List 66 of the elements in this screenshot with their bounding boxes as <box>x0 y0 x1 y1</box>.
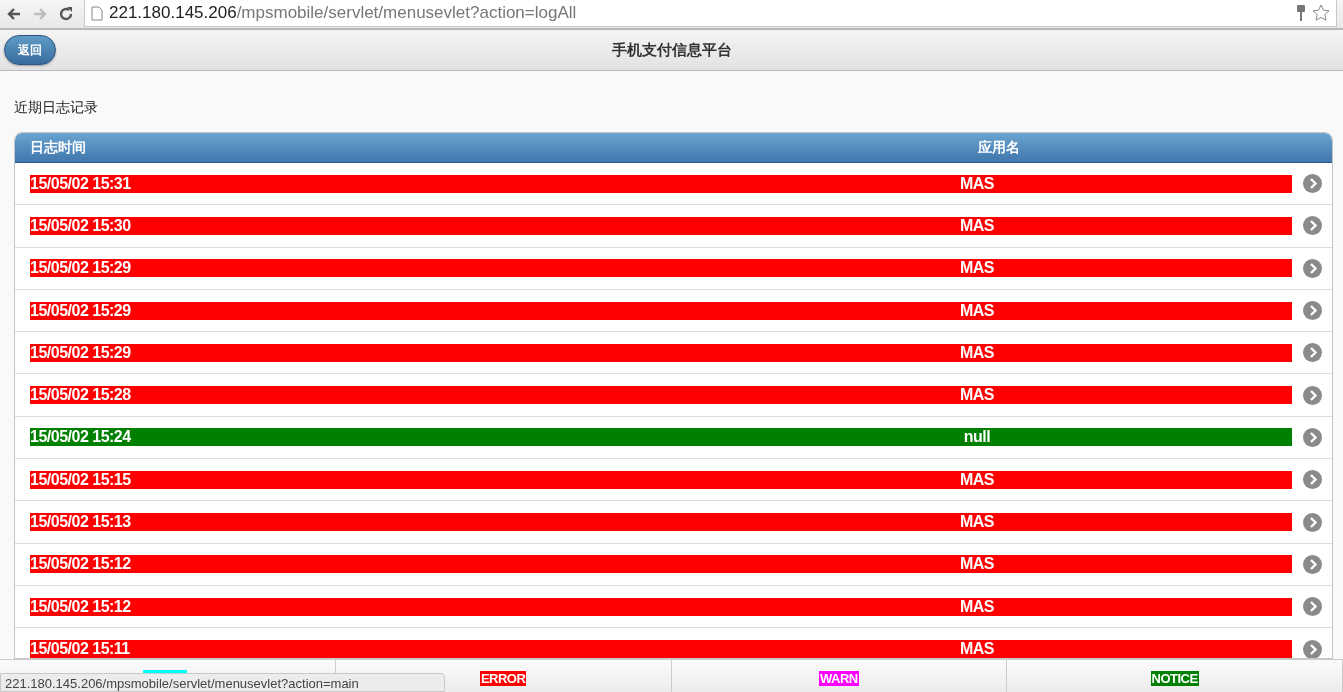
chevron-right-icon[interactable] <box>1303 554 1322 574</box>
column-header: 日志时间 <box>30 138 87 157</box>
chevron-right-icon[interactable] <box>1303 258 1322 278</box>
log-row[interactable]: 15/05/02 15:11 MAS <box>15 628 1332 658</box>
chevron-right-icon[interactable] <box>1303 512 1322 532</box>
app-name: MAS <box>958 301 996 320</box>
log-row[interactable]: 15/05/02 15:13 MAS <box>15 501 1332 544</box>
section-title: 近期日志记录 <box>14 99 99 117</box>
chevron-right-icon[interactable] <box>1303 597 1322 617</box>
log-level-tab[interactable]: ERROR <box>479 670 527 686</box>
chevron-right-icon[interactable] <box>1303 174 1322 194</box>
page-icon <box>91 5 103 21</box>
app-name: null <box>962 428 992 447</box>
app-name: MAS <box>958 386 996 405</box>
log-level-tab[interactable]: WARN <box>819 670 859 686</box>
log-row[interactable]: 15/05/02 15:24 null <box>15 416 1332 460</box>
log-time: 15/05/02 15:29 <box>30 301 132 320</box>
reload-icon[interactable] <box>58 6 74 22</box>
back-arrow-icon[interactable] <box>6 6 22 22</box>
app-name: MAS <box>958 597 996 616</box>
log-row[interactable]: 15/05/02 15:15 MAS <box>15 459 1332 502</box>
chevron-right-icon[interactable] <box>1303 427 1322 447</box>
forward-arrow-icon[interactable] <box>32 6 48 22</box>
chevron-right-icon[interactable] <box>1303 343 1322 363</box>
log-row[interactable]: 15/05/02 15:12 MAS <box>15 543 1332 586</box>
app-name: MAS <box>958 513 996 531</box>
log-time: 15/05/02 15:28 <box>30 386 132 405</box>
status-url-tooltip: 221.180.145.206/mpsmobile/servlet/menusevlet?action=main <box>0 673 445 692</box>
log-time: 15/05/02 15:29 <box>30 343 132 362</box>
url-host: 221.180.145.206 <box>109 3 237 22</box>
column-header: 应用名 <box>977 138 1021 157</box>
app-name: MAS <box>958 216 996 235</box>
log-row[interactable]: 15/05/02 15:28 MAS <box>15 374 1332 417</box>
log-row[interactable]: 15/05/02 15:30 MAS <box>15 205 1332 248</box>
chevron-right-icon[interactable] <box>1303 470 1322 490</box>
chevron-right-icon[interactable] <box>1303 640 1322 658</box>
log-time: 15/05/02 15:29 <box>30 259 132 278</box>
app-name: MAS <box>958 555 996 574</box>
url-path: /mpsmobile/servlet/menusevlet?action=logAll <box>236 3 577 22</box>
app-name: MAS <box>958 343 996 362</box>
chevron-right-icon[interactable] <box>1303 301 1322 321</box>
log-time: 15/05/02 15:31 <box>30 174 132 193</box>
log-row[interactable]: 15/05/02 15:12 MAS <box>15 585 1332 629</box>
log-time: 15/05/02 15:11 <box>30 640 131 658</box>
chevron-right-icon[interactable] <box>1303 385 1322 405</box>
back-button[interactable]: 返回 <box>4 35 56 65</box>
log-time: 15/05/02 15:13 <box>30 513 132 531</box>
log-time: 15/05/02 15:30 <box>30 216 132 235</box>
app-name: MAS <box>958 174 996 193</box>
log-time: 15/05/02 15:24 <box>30 428 132 447</box>
page-title: 手机支付信息平台 <box>611 40 732 60</box>
log-time: 15/05/02 15:12 <box>30 597 132 616</box>
app-name: MAS <box>958 640 996 658</box>
chevron-right-icon[interactable] <box>1303 216 1322 236</box>
address-bar[interactable]: 221.180.145.206/mpsmobile/servlet/menusevlet?action=logAll <box>84 0 1337 27</box>
log-row[interactable]: 15/05/02 15:31 MAS <box>15 163 1332 206</box>
log-row[interactable]: 15/05/02 15:29 MAS <box>15 247 1332 290</box>
key-icon[interactable] <box>1296 4 1306 22</box>
star-icon[interactable] <box>1312 4 1330 22</box>
log-time: 15/05/02 15:15 <box>30 470 132 489</box>
log-time: 15/05/02 15:12 <box>30 555 132 574</box>
app-name: MAS <box>958 470 996 489</box>
app-name: MAS <box>958 259 996 278</box>
log-level-tab[interactable]: NOTICE <box>1150 670 1199 686</box>
log-row[interactable]: 15/05/02 15:29 MAS <box>15 332 1332 375</box>
log-row[interactable]: 15/05/02 15:29 MAS <box>15 289 1332 333</box>
